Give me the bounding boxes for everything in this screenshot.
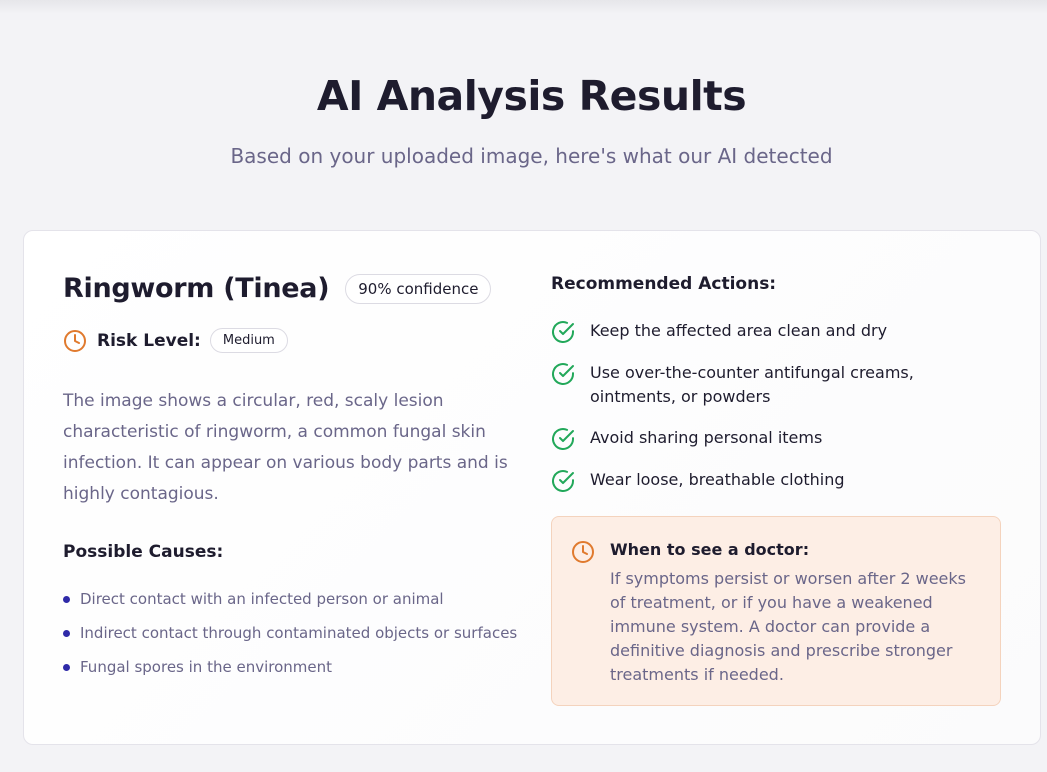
bullet-dot (63, 595, 70, 603)
action-text: Keep the affected area clean and dry (590, 321, 888, 340)
clock-icon (63, 329, 87, 353)
top-shadow (0, 0, 1047, 14)
list-item: Keep the affected area clean and dry (551, 319, 1001, 344)
bullet-dot (63, 663, 70, 671)
doctor-advice-title: When to see a doctor: (610, 540, 810, 559)
clock-icon (571, 540, 595, 568)
action-text: Avoid sharing personal items (590, 428, 823, 447)
page-subtitle: Based on your uploaded image, here's wha… (230, 144, 833, 168)
risk-level-badge: Medium (209, 328, 288, 353)
cause-text: Direct contact with an infected person o… (80, 590, 444, 608)
check-circle-icon (551, 427, 575, 451)
cause-text: Indirect contact through contaminated ob… (80, 624, 518, 642)
condition-header: Ringworm (Tinea) 90% confidence (63, 273, 492, 304)
bullet-dot (63, 629, 70, 637)
doctor-advice-box: When to see a doctor: If symptoms persis… (551, 516, 1001, 706)
action-text: Wear loose, breathable clothing (590, 470, 845, 489)
list-item: Use over-the-counter antifungal creams, … (551, 361, 1001, 409)
cause-text: Fungal spores in the environment (80, 658, 332, 676)
check-circle-icon (551, 362, 575, 386)
page-title: AI Analysis Results (316, 72, 747, 120)
list-item: Fungal spores in the environment (63, 650, 517, 684)
list-item: Avoid sharing personal items (551, 426, 1001, 451)
causes-heading: Possible Causes: (63, 542, 224, 562)
check-circle-icon (551, 320, 575, 344)
list-item: Direct contact with an infected person o… (63, 582, 517, 616)
analysis-result-card: Ringworm (Tinea) 90% confidence Risk Lev… (23, 230, 1041, 745)
causes-list: Direct contact with an infected person o… (63, 582, 517, 684)
condition-name: Ringworm (Tinea) (63, 273, 330, 304)
action-text: Use over-the-counter antifungal creams, … (590, 363, 914, 406)
actions-list: Keep the affected area clean and dry Use… (551, 319, 1001, 510)
condition-description: The image shows a circular, red, scaly l… (63, 391, 508, 504)
doctor-advice-text: If symptoms persist or worsen after 2 we… (610, 569, 966, 684)
list-item: Wear loose, breathable clothing (551, 468, 1001, 493)
risk-level-label: Risk Level: (97, 330, 201, 351)
check-circle-icon (551, 469, 575, 493)
list-item: Indirect contact through contaminated ob… (63, 616, 517, 650)
risk-level-row: Risk Level: Medium (63, 328, 288, 353)
confidence-badge: 90% confidence (345, 273, 492, 304)
actions-heading: Recommended Actions: (551, 274, 777, 294)
